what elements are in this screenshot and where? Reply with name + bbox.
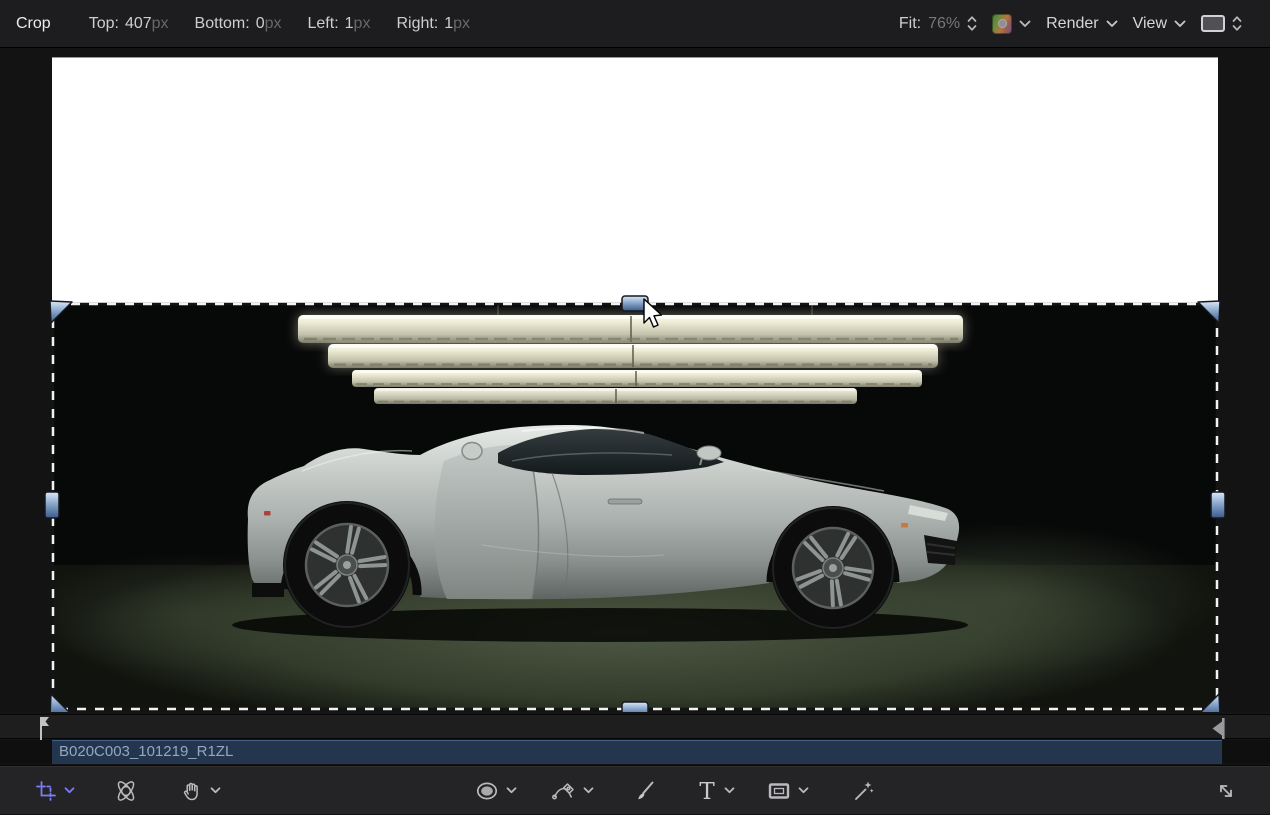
bezier-pen-icon [551, 778, 577, 804]
text-tool-icon: T [696, 778, 718, 804]
rectangle-tool-icon [766, 779, 792, 803]
zoom-level-value: 76% [928, 15, 960, 33]
playhead-marker-icon[interactable] [37, 716, 51, 742]
paint-stroke-tool-button[interactable] [632, 766, 656, 815]
clip-name-label: B020C003_101219_R1ZL [59, 743, 233, 760]
background-stepper-icon [1232, 15, 1242, 32]
crop-tool-button[interactable] [34, 766, 75, 815]
chevron-down-icon [506, 787, 517, 794]
crop-tool-icon [34, 779, 58, 803]
chevron-down-icon [724, 787, 735, 794]
timeline-clip[interactable]: B020C003_101219_R1ZL [52, 740, 1222, 764]
car-scene-illustration [52, 303, 1218, 710]
chevron-down-icon [64, 787, 75, 794]
color-channels-icon [992, 14, 1012, 34]
fit-stepper-icon[interactable] [967, 15, 977, 32]
timeline-track: B020C003_101219_R1ZL [0, 740, 1270, 764]
chevron-down-icon [798, 787, 809, 794]
viewer-controls: Fit: 76% Render View [899, 14, 1270, 34]
text-tool-button[interactable]: T [696, 766, 735, 815]
zoom-fit-control[interactable]: Fit: 76% [899, 15, 977, 33]
orbit-3d-icon [113, 778, 139, 804]
canvas-background-icon [1201, 15, 1225, 32]
tools-toolbar: T [0, 765, 1270, 814]
expand-diagonal-arrows-icon [1214, 779, 1238, 803]
magic-wand-icon [851, 779, 875, 803]
crop-right-field[interactable]: Right:1px [396, 15, 470, 33]
chevron-down-icon [1019, 20, 1031, 28]
crop-top-field[interactable]: Top:407px [89, 15, 169, 33]
chevron-down-icon [210, 787, 221, 794]
ellipse-mask-tool-button[interactable] [474, 766, 517, 815]
bezier-mask-tool-button[interactable] [551, 766, 594, 815]
chevron-down-icon [1106, 20, 1118, 28]
rear-wheel [283, 501, 411, 629]
orbit-3d-tool-button[interactable] [113, 766, 139, 815]
view-menu[interactable]: View [1133, 15, 1186, 33]
hand-pan-icon [180, 779, 204, 803]
cropped-blank-area [52, 57, 1218, 303]
crop-toolbar-left: Crop Top:407px Bottom:0px Left:1px Right… [0, 15, 470, 33]
chevron-down-icon [1174, 20, 1186, 28]
ellipse-mask-icon [474, 779, 500, 803]
video-footage-car [52, 303, 1218, 710]
chevron-down-icon [583, 787, 594, 794]
front-wheel [771, 506, 895, 630]
rectangle-tool-button[interactable] [766, 766, 809, 815]
viewer-canvas [0, 48, 1270, 712]
timeline-ruler[interactable] [0, 714, 1270, 739]
video-frame [52, 57, 1218, 710]
pan-hand-tool-button[interactable] [180, 766, 221, 815]
mini-timeline: B020C003_101219_R1ZL [0, 712, 1270, 765]
color-channels-menu[interactable] [992, 14, 1031, 34]
crop-bottom-field[interactable]: Bottom:0px [195, 15, 282, 33]
adjust-effects-tool-button[interactable] [851, 766, 875, 815]
expand-view-button[interactable] [1214, 766, 1238, 815]
crop-left-field[interactable]: Left:1px [308, 15, 371, 33]
svg-text:T: T [699, 779, 715, 804]
render-menu[interactable]: Render [1046, 15, 1117, 33]
crop-fields: Top:407px Bottom:0px Left:1px Right:1px [89, 15, 470, 33]
end-of-timeline-marker-icon [1209, 717, 1227, 741]
canvas-background-control[interactable] [1201, 15, 1242, 32]
paint-brush-icon [632, 779, 656, 803]
crop-toolbar: Crop Top:407px Bottom:0px Left:1px Right… [0, 0, 1270, 48]
active-tool-label: Crop [16, 15, 51, 33]
